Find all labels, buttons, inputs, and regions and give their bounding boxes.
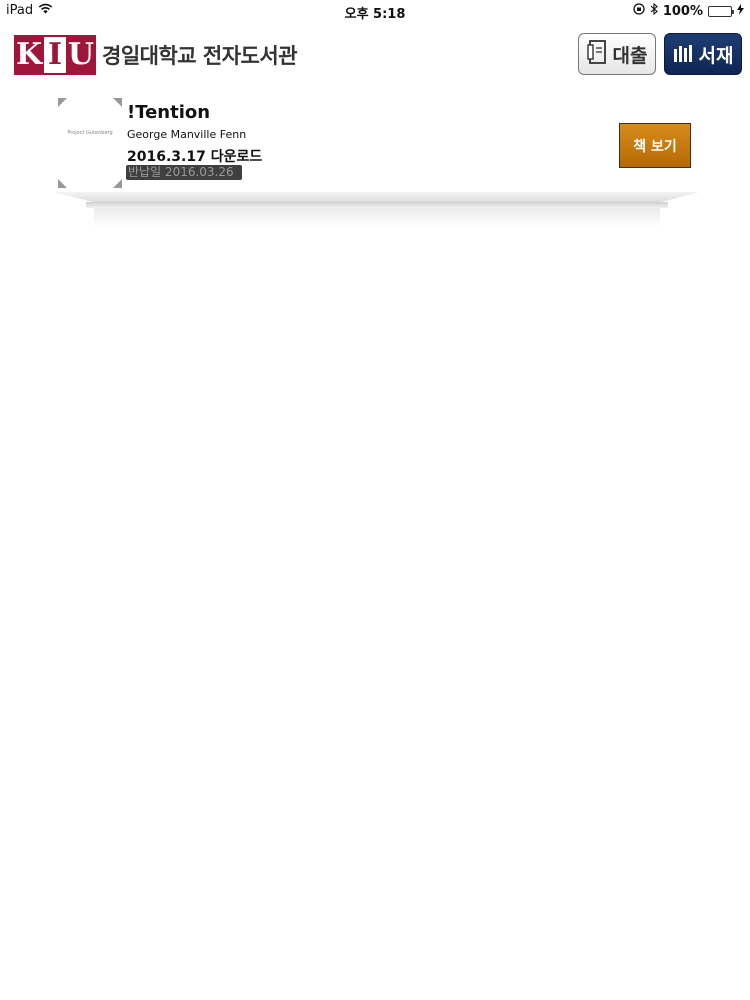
book-download-date: 2016.3.17 다운로드 — [127, 149, 263, 165]
logo-letter-i: I — [44, 35, 66, 75]
book-loan-icon — [586, 39, 609, 70]
book-title: !Tention — [127, 102, 211, 123]
shelf-top — [54, 192, 700, 202]
cover-corner-bl — [58, 179, 67, 188]
cover-corner-tl — [58, 98, 67, 107]
orientation-lock-icon — [633, 3, 645, 19]
shelf-shadow — [94, 208, 660, 228]
book-cover[interactable]: Project Gutenberg — [58, 98, 122, 188]
battery-percent: 100% — [662, 3, 703, 19]
app-header: K I U 경일대학교 전자도서관 대출 서재 — [0, 26, 750, 86]
cover-corner-br — [113, 179, 122, 188]
kiu-logo-mark: K I U — [14, 35, 96, 75]
loan-button[interactable]: 대출 — [578, 33, 656, 75]
logo-letter-u: U — [66, 35, 96, 75]
book-due-date: 반납일 2016.03.26 — [126, 165, 242, 180]
cover-corner-tr — [113, 98, 122, 107]
charging-icon — [737, 3, 744, 19]
book-author: George Manville Fenn — [127, 128, 247, 141]
status-right: 100% — [633, 2, 744, 19]
battery-icon — [708, 5, 734, 17]
logo-letter-k: K — [14, 35, 44, 75]
loan-label: 대출 — [612, 44, 648, 67]
view-book-button[interactable]: 책 보기 — [619, 123, 691, 168]
cover-text: Project Gutenberg — [67, 130, 113, 136]
library-name: 경일대학교 전자도서관 — [102, 44, 298, 68]
bookshelf-button[interactable]: 서재 — [664, 33, 742, 75]
book-item: Project Gutenberg !Tention George Manvil… — [56, 96, 706, 192]
status-bar: iPad 오후 5:18 100% — [0, 0, 750, 22]
bookshelf-ledge — [54, 192, 700, 232]
library-logo: K I U 경일대학교 전자도서관 — [14, 35, 298, 75]
bookshelf-icon — [673, 41, 695, 68]
bluetooth-icon — [650, 2, 658, 19]
bookshelf-label: 서재 — [698, 44, 734, 67]
